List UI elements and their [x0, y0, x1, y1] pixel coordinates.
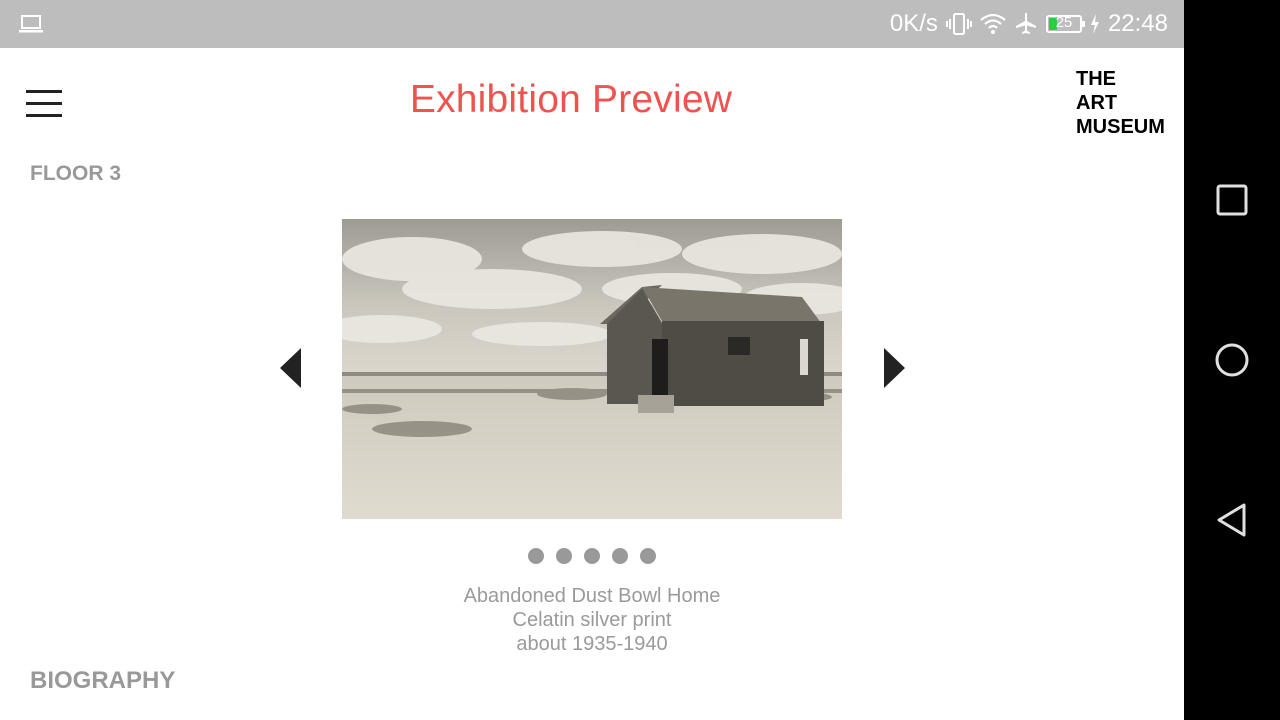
logo-line: THE: [1076, 68, 1116, 90]
artwork-date: about 1935-1940: [516, 633, 668, 655]
airplane-icon: [1015, 13, 1036, 34]
recent-apps-icon[interactable]: [1214, 182, 1250, 218]
artwork-title: Abandoned Dust Bowl Home: [463, 585, 721, 607]
floor-label: FLOOR 3: [30, 162, 122, 185]
back-icon[interactable]: [1214, 502, 1250, 538]
system-nav-bar: [1184, 0, 1280, 720]
pagination-dot[interactable]: [528, 548, 544, 564]
laptop-icon: [19, 15, 43, 33]
battery-level: 25: [1055, 14, 1073, 31]
artwork-caption: Abandoned Dust Bowl Home Celatin silver …: [342, 584, 842, 656]
battery-icon: 25: [1045, 14, 1085, 33]
pagination-dot[interactable]: [612, 548, 628, 564]
charging-icon: [1090, 14, 1099, 34]
clock: 22:48: [1107, 10, 1168, 37]
pagination-dot[interactable]: [640, 548, 656, 564]
carousel-pagination: [528, 548, 656, 564]
logo-line: ART: [1076, 92, 1118, 114]
artwork-image[interactable]: [342, 219, 842, 519]
network-speed: 0K/s: [889, 10, 938, 37]
pagination-dot[interactable]: [584, 548, 600, 564]
museum-logo[interactable]: THE ART MUSEUM: [1076, 67, 1165, 139]
status-icons: 0K/s 25 22:48: [890, 0, 1168, 48]
pagination-dot[interactable]: [556, 548, 572, 564]
artwork-medium: Celatin silver print: [512, 609, 672, 631]
artwork-photo: [342, 219, 842, 519]
previous-arrow-icon[interactable]: [278, 346, 308, 390]
wifi-icon: [980, 13, 1006, 34]
next-arrow-icon[interactable]: [882, 346, 912, 390]
home-icon[interactable]: [1214, 342, 1250, 378]
page-title: Exhibition Preview: [409, 78, 733, 121]
status-bar: 0K/s 25 22:48: [0, 0, 1184, 48]
biography-label: BIOGRAPHY: [30, 667, 176, 694]
logo-line: MUSEUM: [1076, 116, 1165, 138]
vibrate-icon: [945, 13, 972, 35]
